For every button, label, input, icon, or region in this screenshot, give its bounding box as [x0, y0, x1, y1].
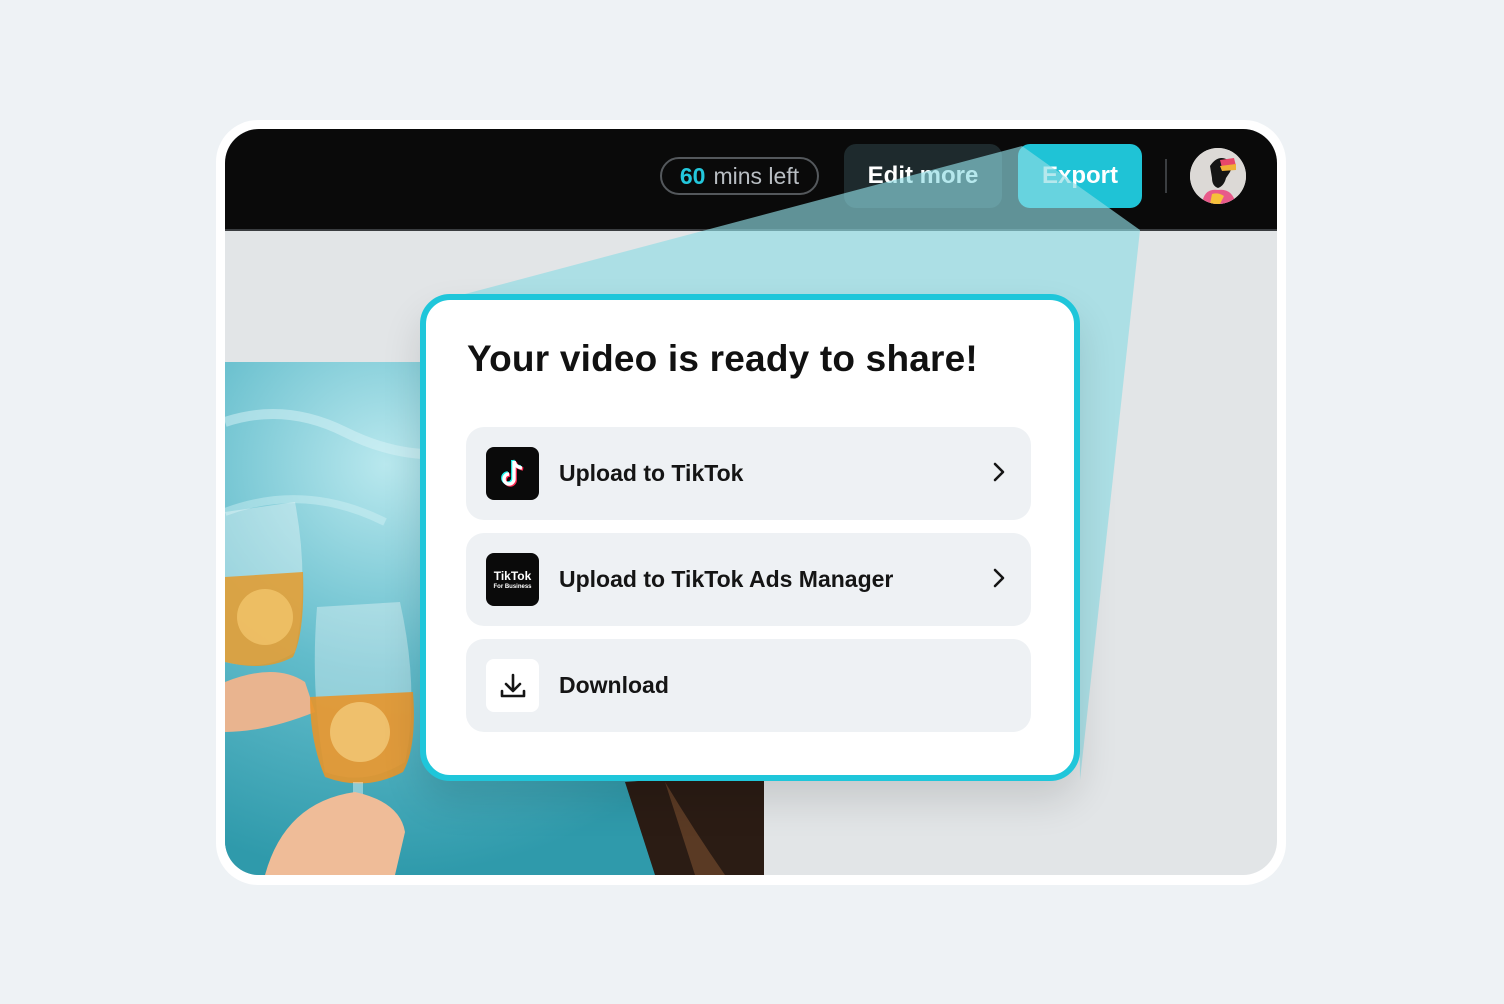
time-remaining-badge: 60 mins left [660, 157, 819, 195]
share-dialog: Your video is ready to share! Upload to … [420, 294, 1080, 781]
dialog-title: Your video is ready to share! [467, 338, 978, 379]
time-remaining-value: 60 [679, 162, 706, 189]
upload-tiktok-label: Upload to TikTok [559, 460, 744, 486]
user-avatar[interactable] [1190, 148, 1246, 204]
download-option[interactable]: Download [466, 639, 1031, 732]
upload-ads-manager-label: Upload to TikTok Ads Manager [559, 566, 894, 592]
logo-text: TikTok [493, 568, 532, 583]
edit-more-button[interactable]: Edit more [844, 144, 1002, 208]
upload-ads-manager-option[interactable]: TikTok For Business Upload to TikTok Ads… [466, 533, 1031, 626]
top-bar: 60 mins left Edit more Export [225, 129, 1277, 231]
time-remaining-label: mins left [713, 162, 800, 189]
export-button[interactable]: Export [1018, 144, 1142, 208]
chevron-right-icon [993, 568, 1005, 588]
tiktok-for-business-logo-icon: TikTok For Business [486, 553, 539, 606]
logo-subtext: For Business [493, 583, 532, 590]
tiktok-logo-icon [486, 447, 539, 500]
download-icon [486, 659, 539, 712]
download-label: Download [559, 672, 669, 698]
topbar-divider [1165, 159, 1167, 193]
upload-tiktok-option[interactable]: Upload to TikTok [466, 427, 1031, 520]
chevron-right-icon [993, 462, 1005, 482]
avatar-image [1190, 148, 1246, 204]
